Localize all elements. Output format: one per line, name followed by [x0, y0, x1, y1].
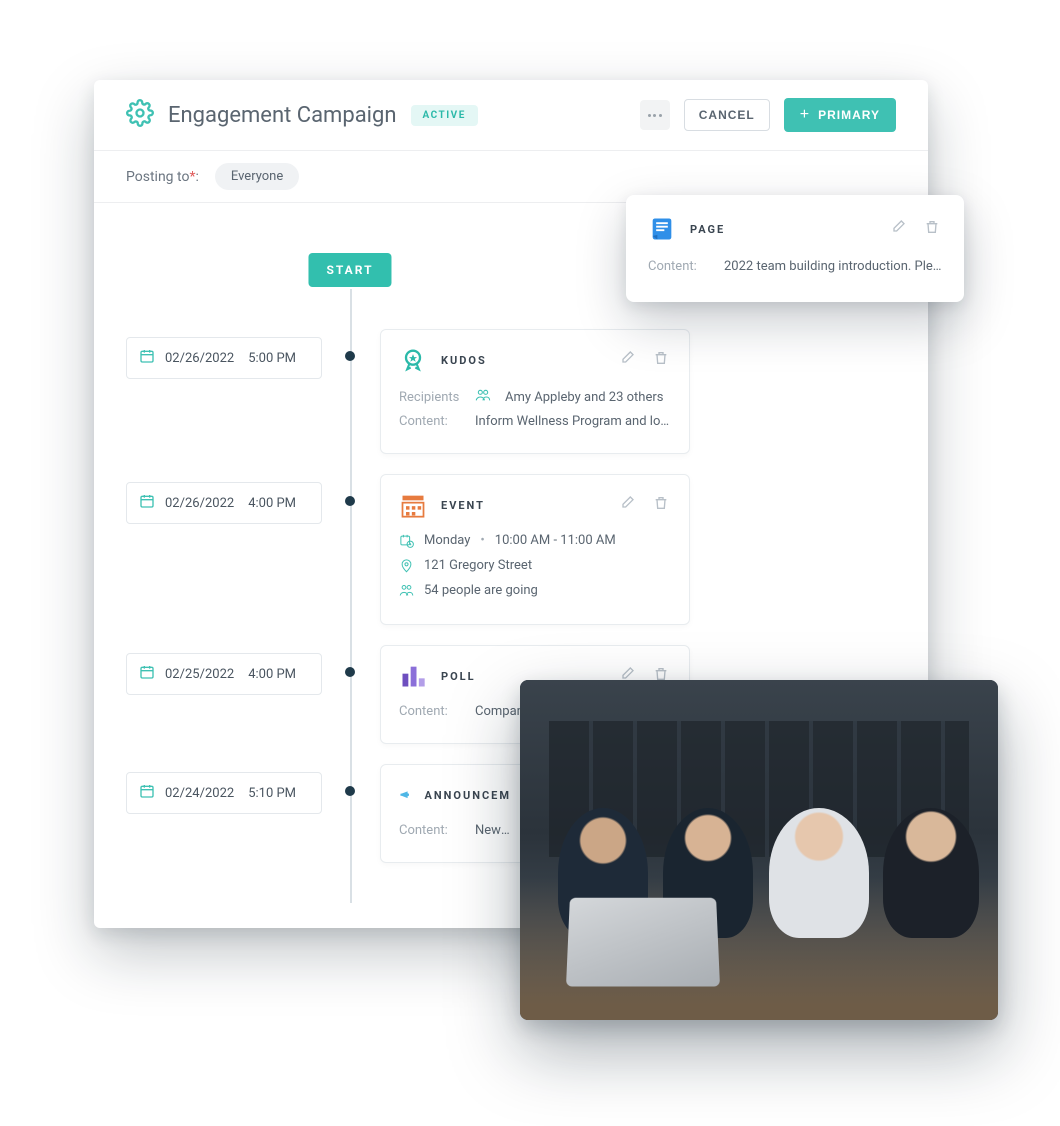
calendar-clock-icon [399, 533, 414, 548]
edit-icon[interactable] [617, 348, 637, 372]
event-attendees: 54 people are going [424, 583, 538, 598]
calendar-icon [139, 664, 155, 684]
timeline-row: 02/26/2022 4:00 PM EVENT Monday • 10:00 … [126, 474, 896, 625]
more-button[interactable] [640, 100, 670, 130]
content-label: Content: [399, 704, 461, 719]
pill-time: 4:00 PM [248, 496, 296, 511]
pill-date: 02/26/2022 [165, 496, 234, 511]
delete-icon[interactable] [651, 493, 671, 517]
pill-date: 02/25/2022 [165, 667, 234, 682]
edit-icon[interactable] [617, 493, 637, 517]
timeline-dot [345, 351, 355, 361]
card-title: EVENT [441, 499, 603, 512]
pill-time: 4:00 PM [248, 667, 296, 682]
content-value: New CEO [475, 823, 511, 838]
content-label: Content: [648, 259, 710, 274]
event-location: 121 Gregory Street [424, 558, 532, 573]
timeline-row: 02/26/2022 5:00 PM KUDOS Recipients Amy … [126, 329, 896, 454]
plus-icon: + [800, 107, 810, 123]
date-pill[interactable]: 02/26/2022 5:00 PM [126, 337, 322, 379]
pill-date: 02/24/2022 [165, 786, 234, 801]
date-pill[interactable]: 02/25/2022 4:00 PM [126, 653, 322, 695]
content-value: 2022 team building introduction. Plea… [724, 259, 942, 274]
calendar-icon [139, 348, 155, 368]
pill-time: 5:00 PM [248, 351, 296, 366]
pill-time: 5:10 PM [248, 786, 296, 801]
recipients-label: Recipients [399, 390, 461, 405]
pill-date: 02/26/2022 [165, 351, 234, 366]
timeline-dot [345, 786, 355, 796]
primary-button-label: PRIMARY [818, 108, 880, 122]
event-day: Monday [424, 533, 470, 548]
location-icon [399, 558, 414, 573]
content-value: Inform Wellness Program and long po… [475, 414, 671, 429]
content-label: Content: [399, 823, 461, 838]
date-pill[interactable]: 02/26/2022 4:00 PM [126, 482, 322, 524]
audience-chip[interactable]: Everyone [215, 163, 299, 190]
date-pill[interactable]: 02/24/2022 5:10 PM [126, 772, 322, 814]
delete-icon[interactable] [651, 348, 671, 372]
card-title: ANNOUNCEM [424, 789, 511, 802]
panel-header: Engagement Campaign ACTIVE CANCEL + PRIM… [94, 80, 928, 150]
primary-button[interactable]: + PRIMARY [784, 98, 896, 132]
recipients-value: Amy Appleby and 23 others [505, 390, 671, 405]
start-badge: START [308, 253, 391, 287]
content-label: Content: [399, 414, 461, 429]
delete-icon[interactable] [922, 217, 942, 241]
page-title: Engagement Campaign [168, 103, 397, 128]
event-time: 10:00 AM - 11:00 AM [495, 533, 616, 548]
timeline-dot [345, 496, 355, 506]
cancel-button[interactable]: CANCEL [684, 99, 770, 131]
megaphone-icon [399, 781, 410, 809]
timeline-dot [345, 667, 355, 677]
status-badge: ACTIVE [411, 105, 478, 126]
kudos-icon [399, 346, 427, 374]
gear-icon [126, 99, 154, 131]
attendees-icon [399, 583, 414, 598]
calendar-icon [139, 493, 155, 513]
poll-icon [399, 662, 427, 690]
team-photo [520, 680, 998, 1020]
card-title: KUDOS [441, 354, 603, 367]
posting-label: Posting to*: [126, 169, 199, 185]
event-card[interactable]: EVENT Monday • 10:00 AM - 11:00 AM 121 G… [380, 474, 690, 625]
page-icon [648, 215, 676, 243]
event-icon [399, 491, 427, 519]
card-title: PAGE [690, 223, 874, 236]
kudos-card[interactable]: KUDOS Recipients Amy Appleby and 23 othe… [380, 329, 690, 454]
people-icon [475, 388, 491, 406]
announcement-card[interactable]: ANNOUNCEM Content: New CEO [380, 764, 530, 863]
calendar-icon [139, 783, 155, 803]
edit-icon[interactable] [888, 217, 908, 241]
page-card[interactable]: PAGE Content: 2022 team building introdu… [626, 195, 964, 302]
